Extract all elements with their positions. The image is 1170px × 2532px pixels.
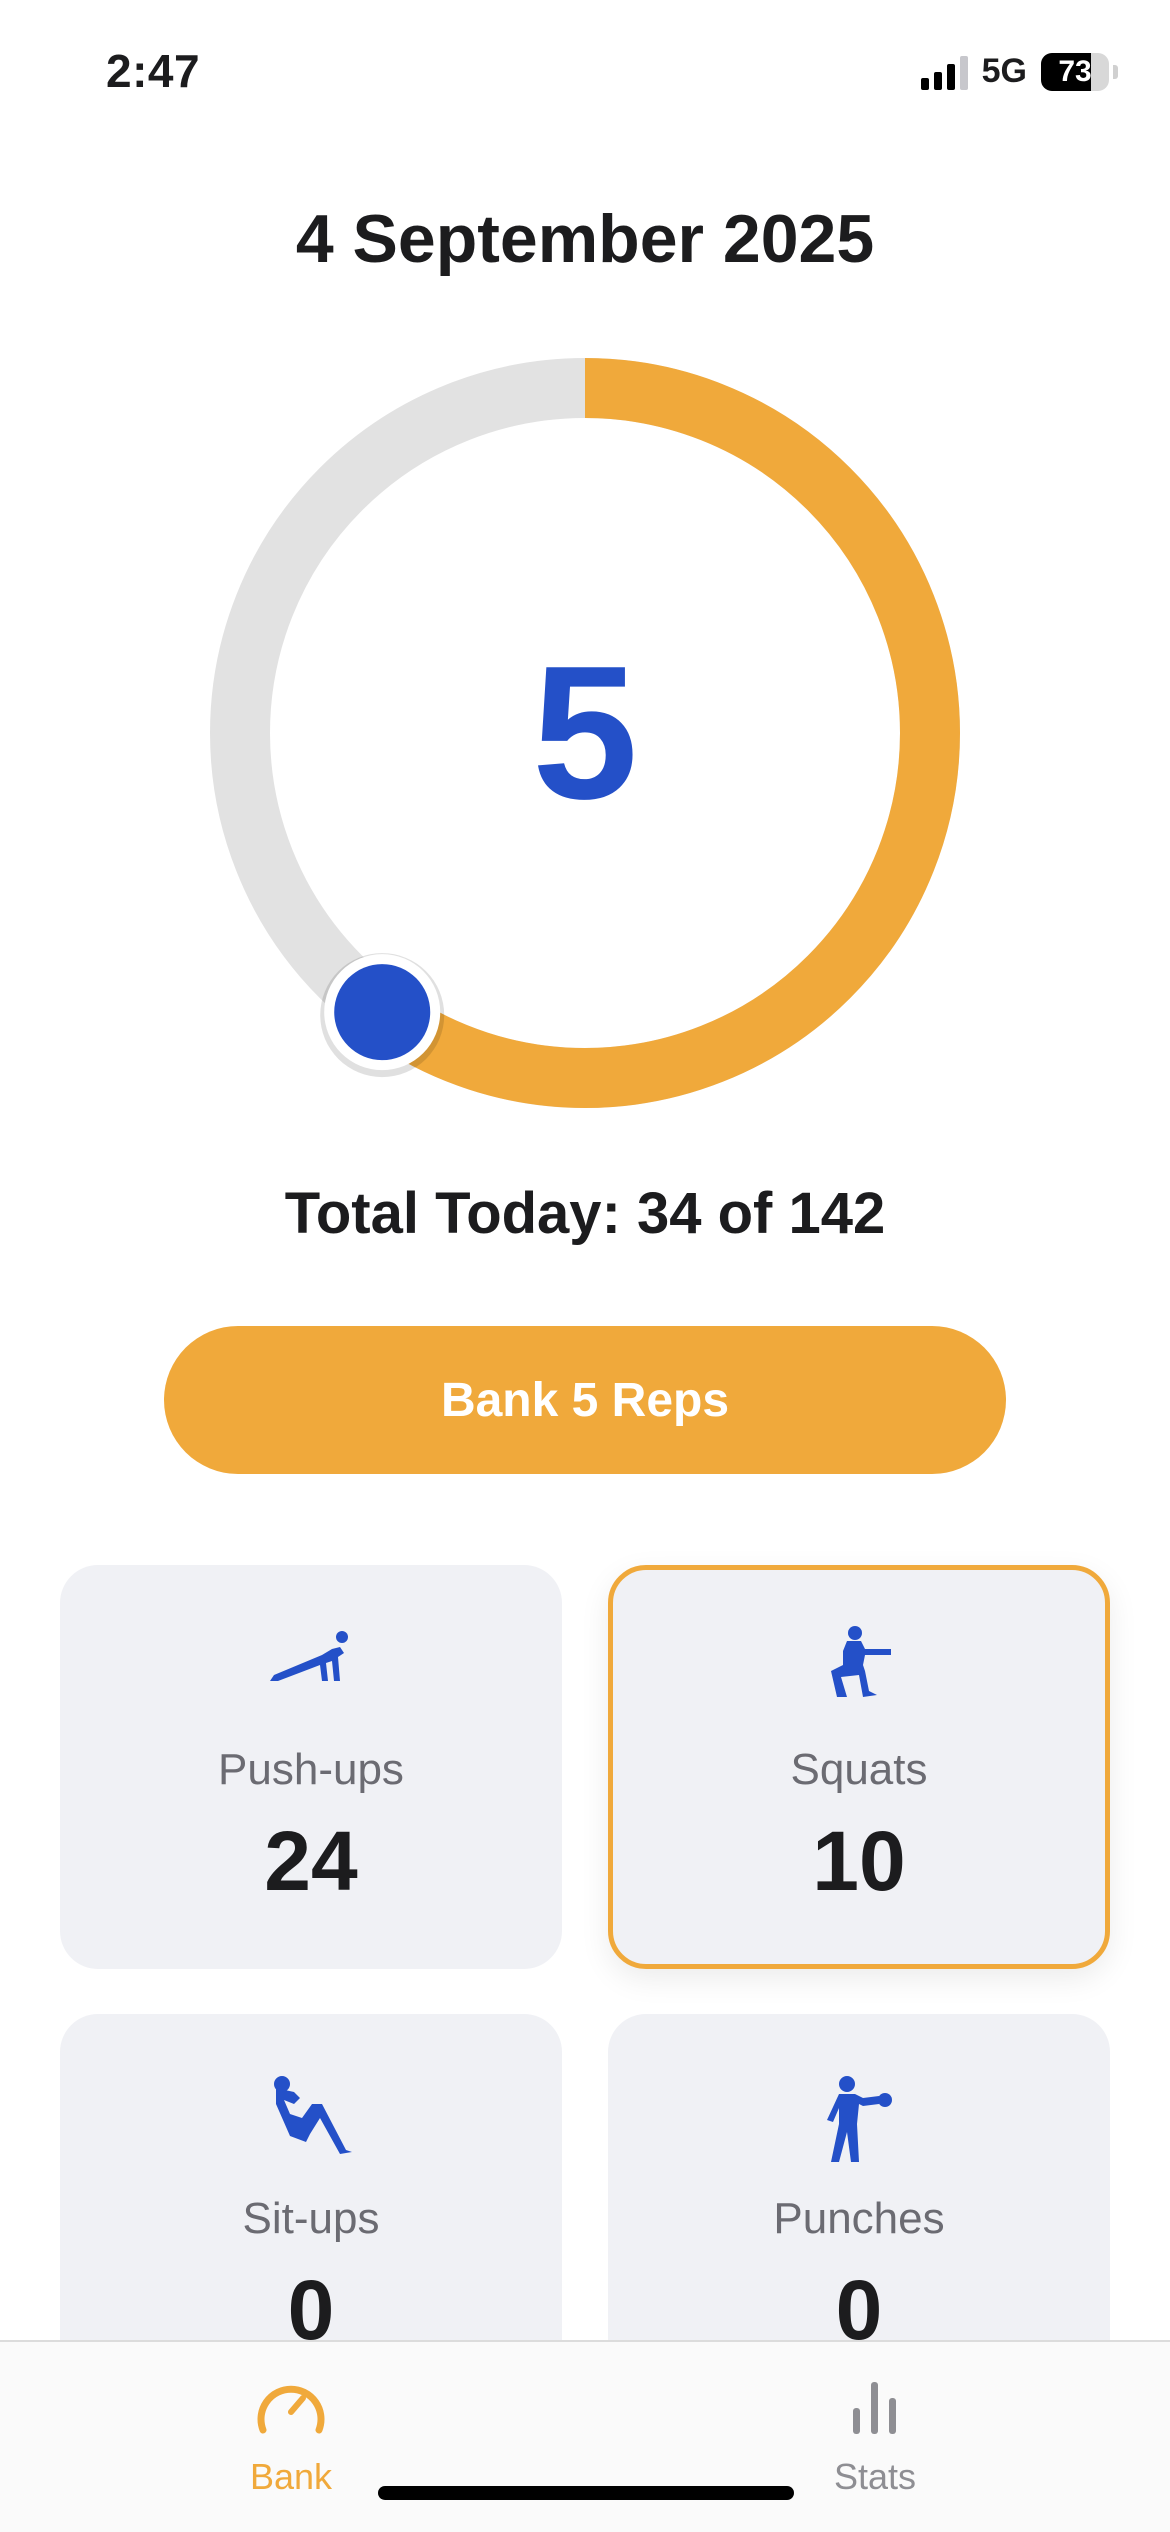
bar-chart-icon: [775, 2372, 975, 2444]
total-today: Total Today: 34 of 142: [284, 1181, 886, 1246]
network-label: 5G: [981, 52, 1027, 90]
gauge-icon: [191, 2372, 391, 2444]
status-time: 2:47: [106, 45, 201, 97]
tab-label: Stats: [833, 2456, 917, 2497]
exercise-label: Punches: [773, 2194, 945, 2243]
tab-stats[interactable]: Stats: [775, 2372, 975, 2498]
exercise-card-push-ups[interactable]: Push-ups 24: [60, 1565, 562, 1969]
exercise-label: Sit-ups: [242, 2194, 380, 2243]
rep-dial[interactable]: 5: [210, 358, 960, 1108]
exercise-label: Squats: [790, 1745, 928, 1794]
status-indicators: 5G 73: [920, 52, 1118, 91]
battery-icon: 73: [1041, 52, 1109, 91]
tab-bar: Bank Stats: [0, 2340, 1170, 2532]
punch-icon: [608, 2074, 1110, 2162]
exercise-count: 10: [812, 1814, 906, 1908]
sit-up-icon: [60, 2074, 562, 2154]
tab-bank[interactable]: Bank: [191, 2372, 391, 2498]
bank-reps-button[interactable]: Bank 5 Reps: [164, 1326, 1006, 1474]
rep-count: 5: [532, 627, 638, 839]
exercise-card-squats[interactable]: Squats 10: [608, 1565, 1110, 1969]
exercise-label: Push-ups: [218, 1745, 404, 1794]
push-up-icon: [60, 1625, 562, 1705]
date-title: 4 September 2025: [295, 201, 875, 277]
battery-level: 73: [1058, 54, 1092, 88]
exercise-count: 24: [264, 1814, 358, 1908]
signal-icon: [920, 54, 968, 90]
status-bar: 2:47 5G 73: [0, 0, 1170, 150]
home-indicator[interactable]: [378, 2486, 794, 2500]
tab-label: Bank: [249, 2456, 333, 2497]
squat-icon: [613, 1625, 1105, 1705]
